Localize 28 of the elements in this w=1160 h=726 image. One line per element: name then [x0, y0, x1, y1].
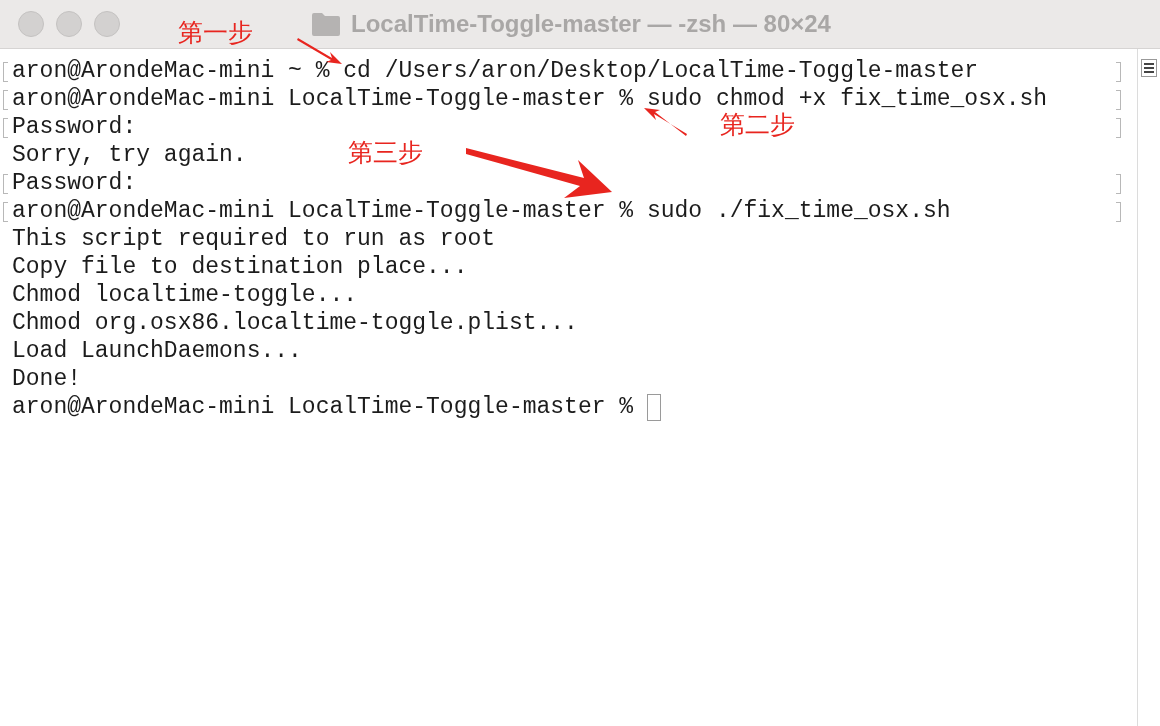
minimize-button[interactable] — [56, 11, 82, 37]
arrow — [642, 106, 688, 136]
mark-bracket — [1116, 90, 1121, 110]
terminal-line: Chmod org.osx86.localtime-toggle.plist... — [12, 310, 578, 336]
mark-bracket — [1116, 174, 1121, 194]
annotation-label: 第一步 — [178, 17, 253, 48]
mark-bracket — [1116, 62, 1121, 82]
annotation-label: 第三步 — [348, 137, 423, 168]
terminal-line: Copy file to destination place... — [12, 254, 468, 280]
terminal-line: Password: — [12, 170, 137, 196]
mark-bracket — [1116, 118, 1121, 138]
terminal-line: aron@ArondeMac-mini ~ % cd /Users/aron/Desktop/LocalTime-Toggle-master — [12, 58, 979, 84]
terminal-line: Password: — [12, 114, 137, 140]
terminal-line: Load LaunchDaemons... — [12, 338, 302, 364]
annotation-label: 第二步 — [720, 109, 795, 140]
terminal-line: This script required to run as root — [12, 226, 496, 252]
terminal-line: aron@ArondeMac-mini LocalTime-Toggle-master % — [12, 394, 634, 420]
zoom-button[interactable] — [94, 11, 120, 37]
terminal-line: aron@ArondeMac-mini LocalTime-Toggle-master % sudo ./fix_time_osx.sh — [12, 198, 951, 224]
terminal-line: Done! — [12, 366, 81, 392]
mark-bracket — [1116, 202, 1121, 222]
terminal-line: aron@ArondeMac-mini LocalTime-Toggle-master % sudo chmod +x fix_time_osx.sh — [12, 86, 1048, 112]
close-button[interactable] — [18, 11, 44, 37]
list-icon — [1141, 59, 1157, 77]
folder-icon — [311, 11, 342, 37]
terminal-line: Sorry, try again. — [12, 142, 247, 168]
terminal-line: Chmod localtime-toggle... — [12, 282, 358, 308]
window-title: LocalTime-Toggle-master — -zsh — 80×24 — [351, 10, 831, 38]
